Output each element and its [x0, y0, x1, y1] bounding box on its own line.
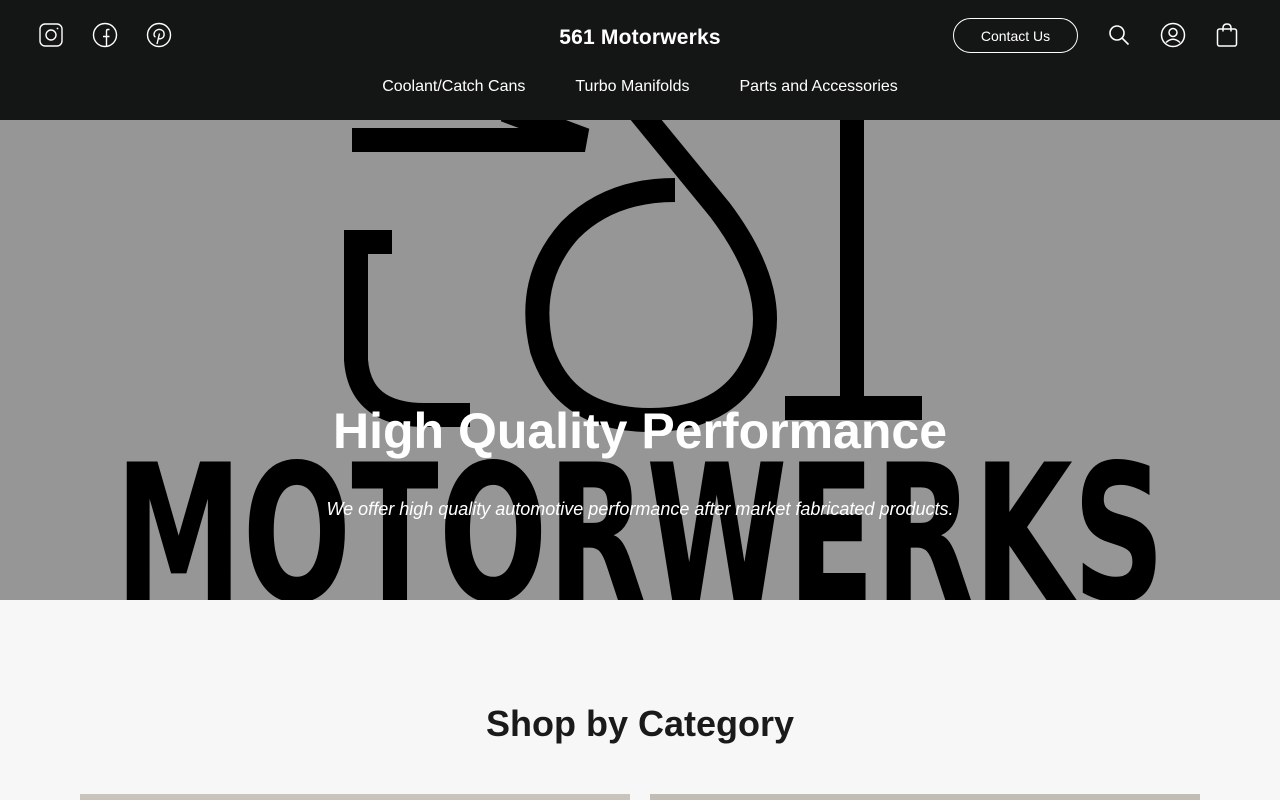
facebook-icon[interactable]: [92, 20, 118, 50]
site-logo-text: 561 Motorwerks: [0, 26, 1280, 50]
category-card[interactable]: [650, 794, 1200, 800]
cart-icon[interactable]: [1214, 20, 1240, 50]
hero-logo-image: MOTORWERKS: [115, 120, 1165, 600]
shop-by-category-heading: Shop by Category: [485, 703, 795, 744]
nav-coolant-catch-cans[interactable]: Coolant/Catch Cans: [382, 78, 525, 96]
nav-parts-accessories[interactable]: Parts and Accessories: [740, 78, 898, 96]
nav-turbo-manifolds[interactable]: Turbo Manifolds: [575, 78, 689, 96]
search-icon[interactable]: [1106, 20, 1132, 50]
hero-title: High Quality Performance: [332, 403, 948, 459]
category-card[interactable]: [80, 794, 630, 800]
utility-icons: [1106, 20, 1240, 50]
social-links: [38, 20, 172, 50]
pinterest-icon[interactable]: [146, 20, 172, 50]
main-nav: Coolant/Catch Cans Turbo Manifolds Parts…: [0, 78, 1280, 96]
hero-banner: MOTORWERKS High Quality Performance We o…: [0, 120, 1280, 600]
hero-subtitle: We offer high quality automotive perform…: [326, 499, 954, 519]
account-icon[interactable]: [1160, 20, 1186, 50]
site-brand-link[interactable]: 561 Motorwerks: [559, 26, 721, 49]
instagram-icon[interactable]: [38, 20, 64, 50]
site-header: 561 Motorwerks Contact Us Coolant/Catch …: [0, 0, 1280, 120]
contact-us-button[interactable]: Contact Us: [953, 18, 1078, 53]
